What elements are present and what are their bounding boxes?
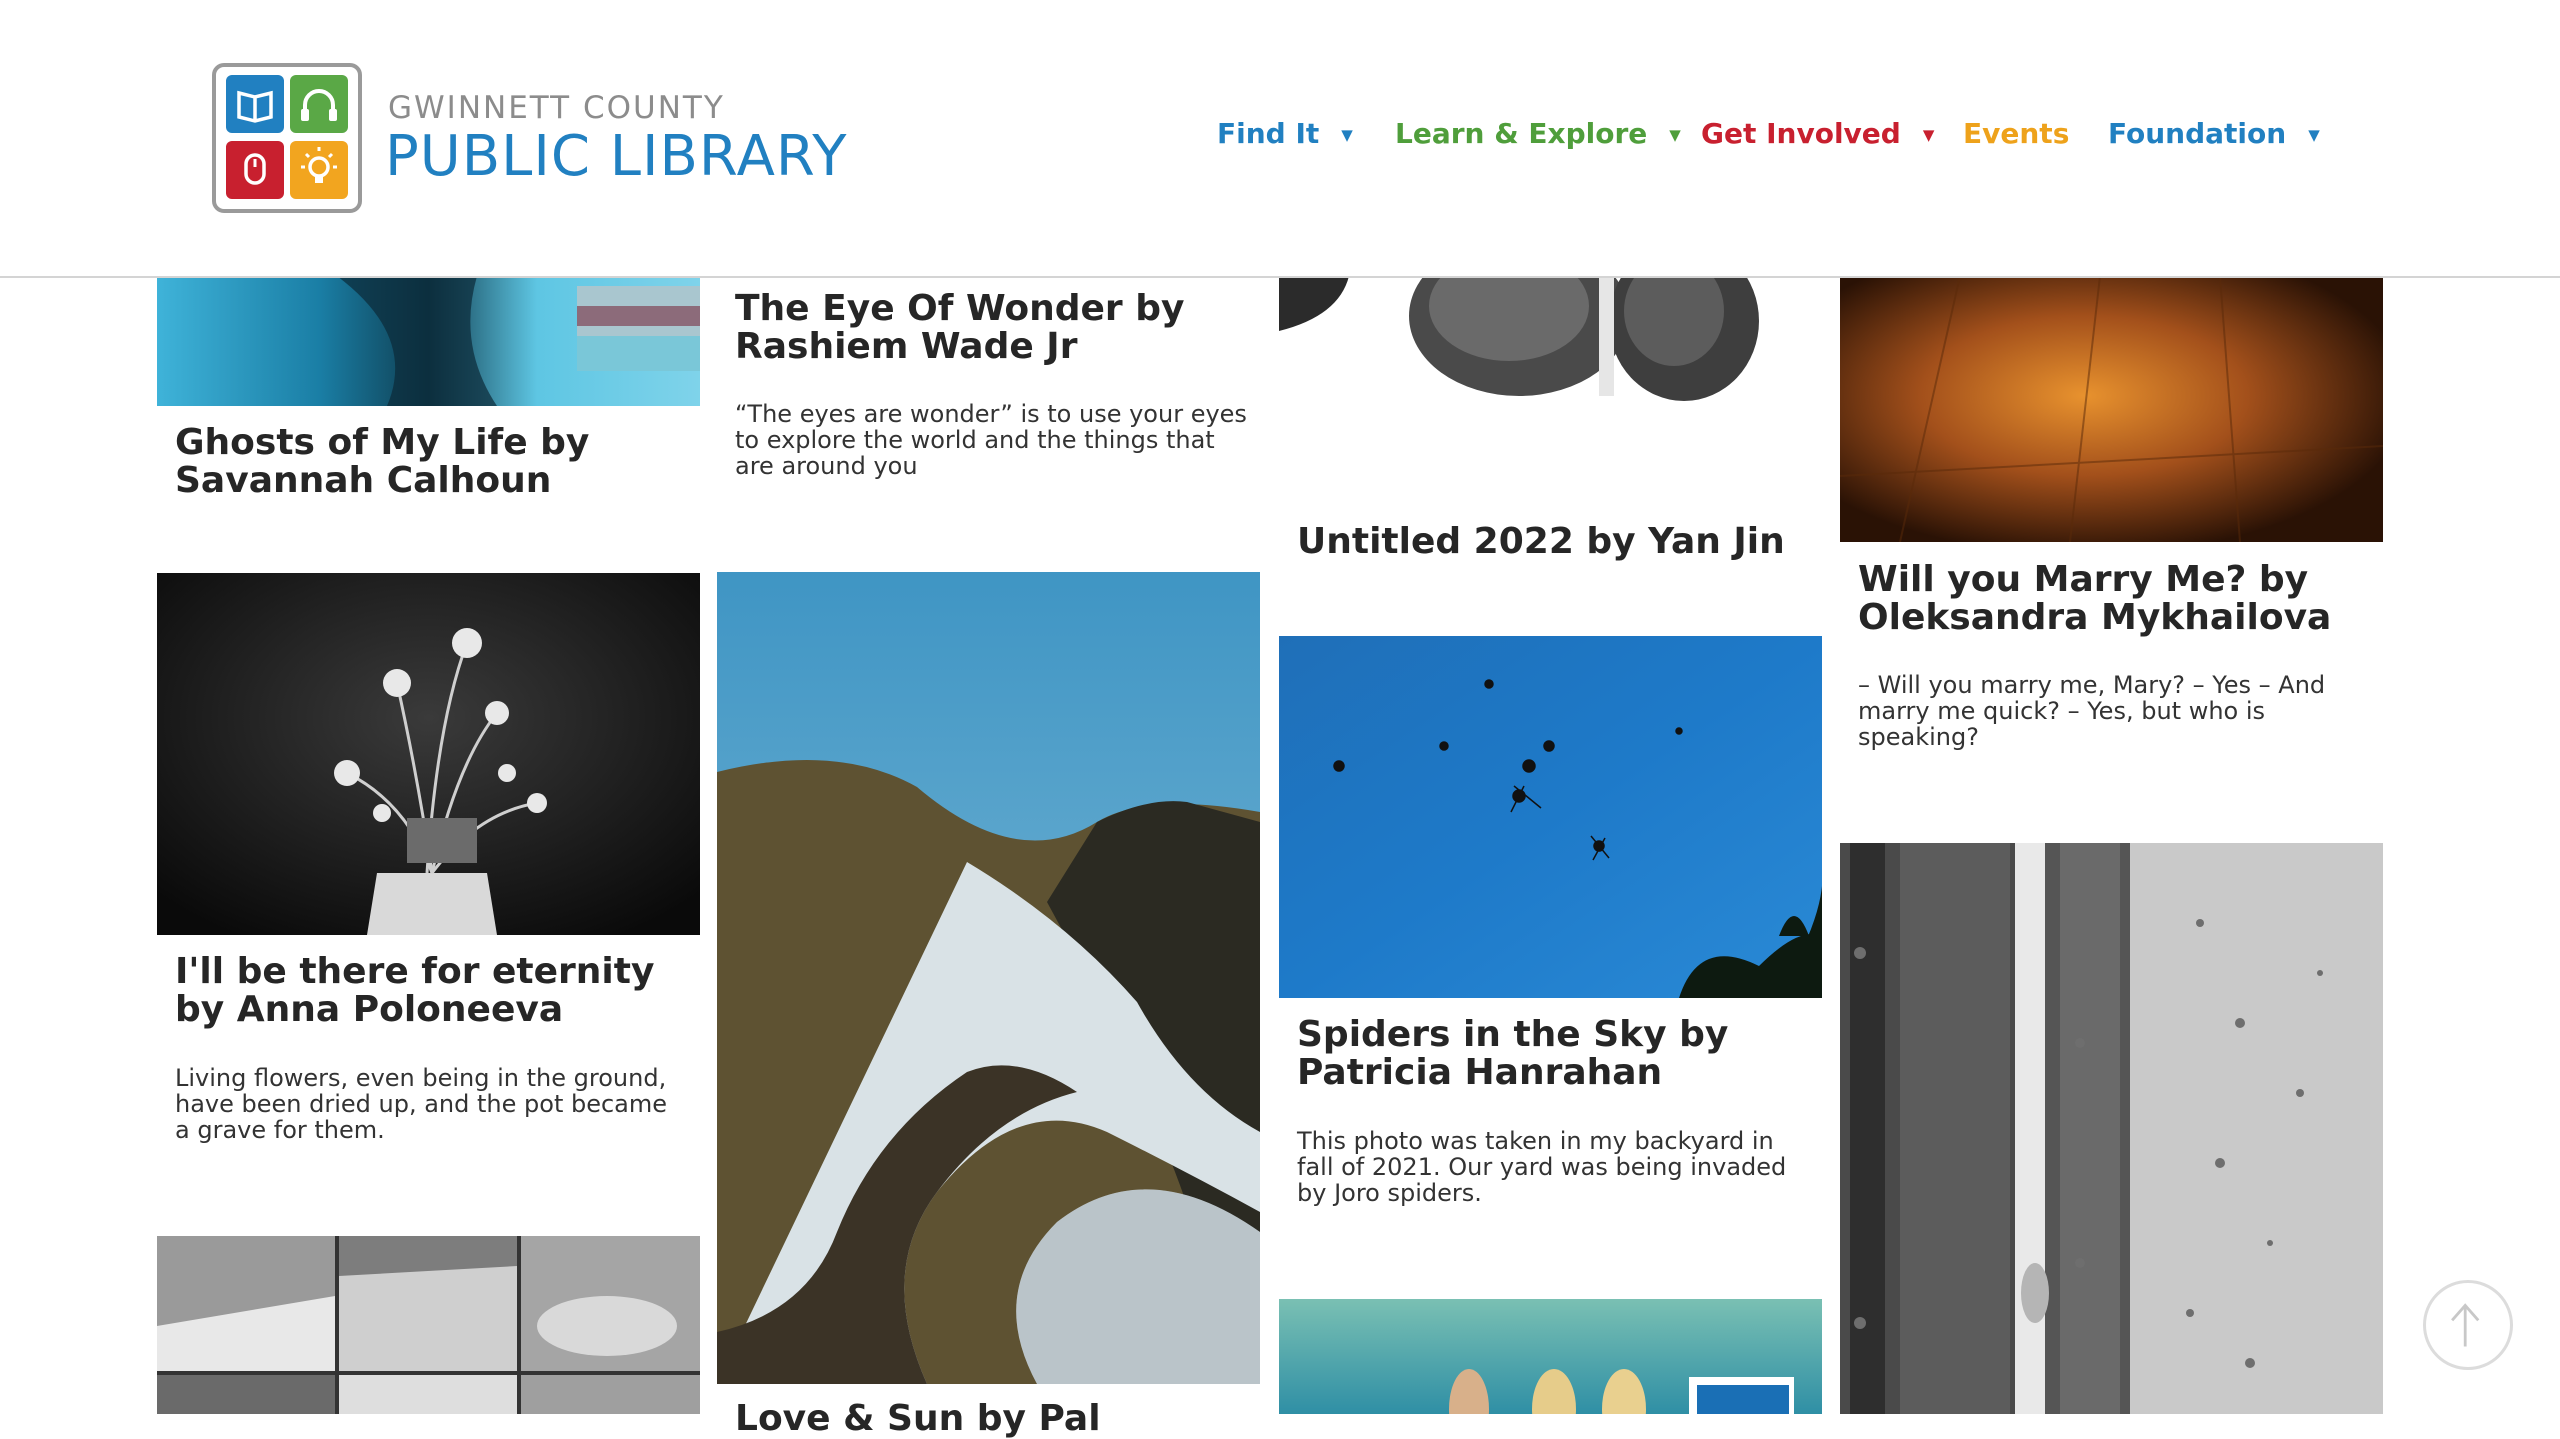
card-image-untitled[interactable] [1279,276,1822,504]
card-image-bottom[interactable] [1279,1299,1822,1414]
chevron-down-icon: ▼ [2308,126,2320,144]
nav-events-label: Events [1963,117,2070,150]
library-logo-icon[interactable] [212,63,362,213]
card-description: – Will you marry me, Mary? – Yes – And m… [1858,671,2326,751]
chevron-down-icon: ▼ [1922,126,1935,144]
nav-get-involved-label: Get Involved [1701,117,1901,150]
chevron-down-icon: ▼ [1669,126,1681,144]
arrow-up-icon [2451,1303,2480,1347]
card-title[interactable]: Will you Marry Me? by Oleksandra Mykhail… [1858,561,2378,637]
card-image-spiders[interactable] [1279,636,1822,998]
card-title[interactable]: Ghosts of My Life by Savannah Calhoun [175,424,685,500]
nav-find-it[interactable]: Find It ▼ [1217,114,1353,155]
card-image-fence[interactable] [1840,843,2383,1414]
card-image-collage[interactable] [157,1236,700,1414]
card-description: This photo was taken in my backyard in f… [1297,1127,1787,1207]
card-title[interactable]: Love & Sun by Pal [735,1400,1255,1438]
site-header: GWINNETT COUNTY PUBLIC LIBRARY Find It ▼ … [0,0,2560,278]
card-image-love-sun[interactable] [717,572,1260,1384]
card-title[interactable]: Spiders in the Sky by Patricia Hanrahan [1297,1016,1817,1092]
card-title[interactable]: I'll be there for eternity by Anna Polon… [175,953,685,1029]
scroll-to-top-button[interactable] [2423,1280,2513,1370]
card-title[interactable]: Untitled 2022 by Yan Jin [1297,523,1817,561]
card-image-marry-me[interactable] [1840,276,2383,542]
chevron-down-icon: ▼ [1341,126,1353,144]
nav-get-involved[interactable]: Get Involved ▼ [1701,114,1934,155]
card-description: Living flowers, even being in the ground… [175,1064,668,1144]
logo-county-text[interactable]: GWINNETT COUNTY [388,90,725,126]
nav-learn-explore[interactable]: Learn & Explore ▼ [1395,114,1681,155]
card-image-ghosts[interactable] [157,276,700,406]
card-title[interactable]: The Eye Of Wonder by Rashiem Wade Jr [735,290,1255,366]
card-description: “The eyes are wonder” is to use your eye… [735,400,1247,480]
nav-learn-explore-label: Learn & Explore [1395,117,1648,150]
nav-find-it-label: Find It [1217,117,1320,150]
card-image-eternity[interactable] [157,573,700,935]
nav-foundation-label: Foundation [2108,117,2287,150]
nav-foundation[interactable]: Foundation ▼ [2108,114,2320,155]
logo-library-text[interactable]: PUBLIC LIBRARY [385,124,847,189]
nav-events[interactable]: Events [1963,114,2069,154]
